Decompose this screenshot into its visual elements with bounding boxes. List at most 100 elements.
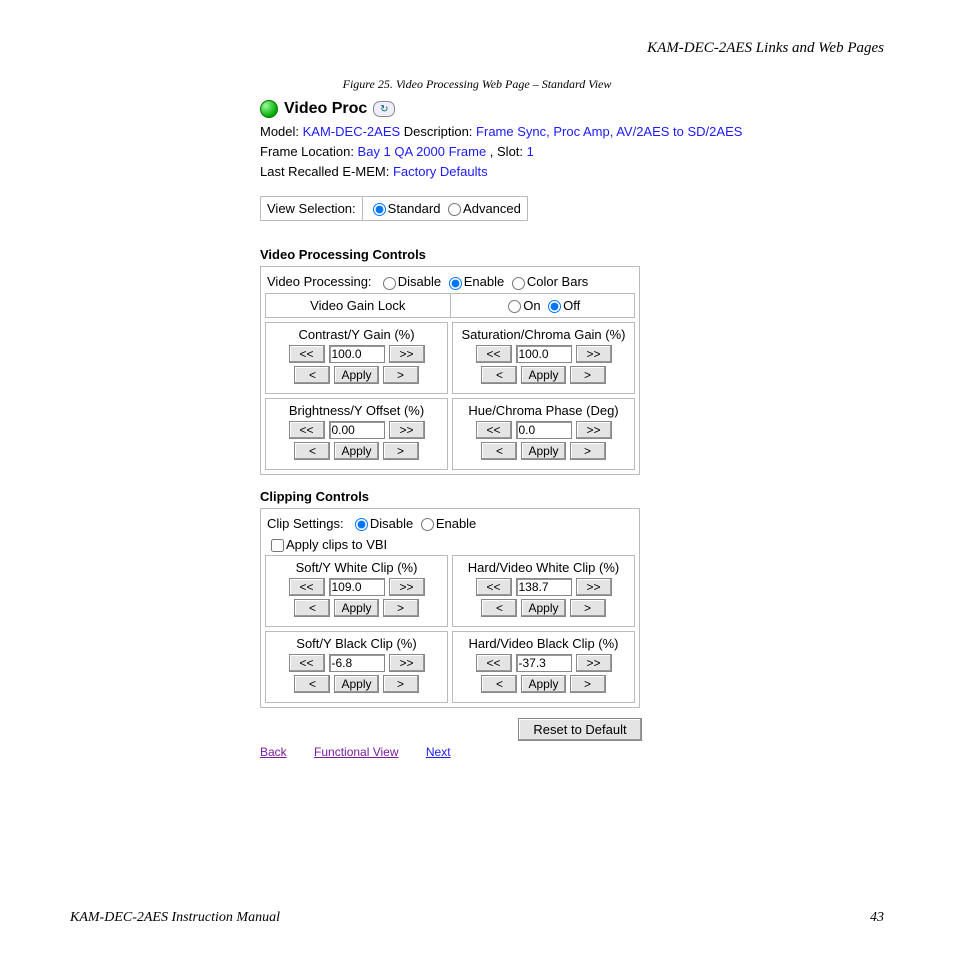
hue-label: Hue/Chroma Phase (Deg): [457, 403, 630, 418]
brightness-input[interactable]: [329, 421, 385, 439]
contrast-inc2-button[interactable]: >>: [389, 345, 425, 363]
next-link[interactable]: Next: [426, 745, 451, 759]
hue-dec1-button[interactable]: <: [481, 442, 517, 460]
softwhite-cell: Soft/Y White Clip (%) << >> < Apply >: [265, 555, 448, 627]
hardwhite-dec2-button[interactable]: <<: [476, 578, 512, 596]
footer-manual: KAM-DEC-2AES Instruction Manual: [70, 910, 280, 926]
vpc-title: Video Processing Controls: [260, 247, 900, 262]
softwhite-inc2-button[interactable]: >>: [389, 578, 425, 596]
softblack-dec1-button[interactable]: <: [294, 675, 330, 693]
view-advanced-radio[interactable]: [448, 203, 461, 216]
vp-colorbars-label: Color Bars: [527, 274, 588, 289]
brightness-apply-button[interactable]: Apply: [334, 442, 378, 460]
softblack-cell: Soft/Y Black Clip (%) << >> < Apply >: [265, 631, 448, 703]
saturation-input[interactable]: [516, 345, 572, 363]
brightness-inc2-button[interactable]: >>: [389, 421, 425, 439]
page-title-row: Video Proc ↻: [260, 100, 900, 118]
hardwhite-input[interactable]: [516, 578, 572, 596]
hue-inc2-button[interactable]: >>: [576, 421, 612, 439]
softwhite-apply-button[interactable]: Apply: [334, 599, 378, 617]
apply-vbi-label: Apply clips to VBI: [286, 537, 387, 552]
brightness-dec2-button[interactable]: <<: [289, 421, 325, 439]
vp-label: Video Processing:: [267, 274, 372, 289]
softblack-inc2-button[interactable]: >>: [389, 654, 425, 672]
softblack-dec2-button[interactable]: <<: [289, 654, 325, 672]
nav-links: Back Functional View Next: [260, 745, 900, 759]
softwhite-dec2-button[interactable]: <<: [289, 578, 325, 596]
hue-apply-button[interactable]: Apply: [521, 442, 565, 460]
saturation-label: Saturation/Chroma Gain (%): [457, 327, 630, 342]
vp-colorbars-radio[interactable]: [512, 277, 525, 290]
emem-label: Last Recalled E-MEM:: [260, 164, 393, 179]
reset-button[interactable]: Reset to Default: [518, 718, 641, 741]
saturation-dec2-button[interactable]: <<: [476, 345, 512, 363]
figure-caption: Figure 25. Video Processing Web Page – S…: [70, 77, 884, 92]
softwhite-input[interactable]: [329, 578, 385, 596]
brightness-inc1-button[interactable]: >: [383, 442, 419, 460]
contrast-input[interactable]: [329, 345, 385, 363]
gainlock-on-label: On: [523, 298, 540, 313]
saturation-apply-button[interactable]: Apply: [521, 366, 565, 384]
softblack-label: Soft/Y Black Clip (%): [270, 636, 443, 651]
hardwhite-apply-button[interactable]: Apply: [521, 599, 565, 617]
softwhite-dec1-button[interactable]: <: [294, 599, 330, 617]
softwhite-inc1-button[interactable]: >: [383, 599, 419, 617]
brightness-label: Brightness/Y Offset (%): [270, 403, 443, 418]
model-label: Model:: [260, 124, 303, 139]
hardblack-inc1-button[interactable]: >: [570, 675, 606, 693]
view-standard-radio[interactable]: [373, 203, 386, 216]
hue-inc1-button[interactable]: >: [570, 442, 606, 460]
hue-cell: Hue/Chroma Phase (Deg) << >> < Apply >: [452, 398, 635, 470]
hardwhite-dec1-button[interactable]: <: [481, 599, 517, 617]
clip-enable-label: Enable: [436, 516, 476, 531]
hardblack-input[interactable]: [516, 654, 572, 672]
gainlock-on-radio[interactable]: [508, 300, 521, 313]
saturation-inc2-button[interactable]: >>: [576, 345, 612, 363]
contrast-inc1-button[interactable]: >: [383, 366, 419, 384]
refresh-icon[interactable]: ↻: [373, 101, 395, 117]
hardwhite-inc2-button[interactable]: >>: [576, 578, 612, 596]
frame-value: Bay 1 QA 2000 Frame: [358, 144, 487, 159]
softblack-apply-button[interactable]: Apply: [334, 675, 378, 693]
hardwhite-label: Hard/Video White Clip (%): [457, 560, 630, 575]
contrast-dec2-button[interactable]: <<: [289, 345, 325, 363]
view-selection: View Selection: Standard Advanced: [260, 196, 528, 221]
view-advanced-label: Advanced: [463, 201, 521, 216]
hardblack-dec1-button[interactable]: <: [481, 675, 517, 693]
clip-enable-radio[interactable]: [421, 518, 434, 531]
clip-disable-label: Disable: [370, 516, 413, 531]
brightness-dec1-button[interactable]: <: [294, 442, 330, 460]
contrast-apply-button[interactable]: Apply: [334, 366, 378, 384]
view-standard-label: Standard: [388, 201, 441, 216]
softblack-input[interactable]: [329, 654, 385, 672]
hardwhite-inc1-button[interactable]: >: [570, 599, 606, 617]
apply-vbi-checkbox[interactable]: [271, 539, 284, 552]
page-title: Video Proc: [284, 100, 367, 118]
hardblack-apply-button[interactable]: Apply: [521, 675, 565, 693]
softblack-inc1-button[interactable]: >: [383, 675, 419, 693]
vp-disable-label: Disable: [398, 274, 441, 289]
status-led-icon: [260, 100, 278, 118]
hardwhite-cell: Hard/Video White Clip (%) << >> < Apply …: [452, 555, 635, 627]
slot-label: , Slot:: [486, 144, 526, 159]
clip-disable-radio[interactable]: [355, 518, 368, 531]
hardblack-dec2-button[interactable]: <<: [476, 654, 512, 672]
clip-panel: Clip Settings: Disable Enable Apply clip…: [260, 508, 640, 708]
contrast-dec1-button[interactable]: <: [294, 366, 330, 384]
back-link[interactable]: Back: [260, 745, 287, 759]
gainlock-label: Video Gain Lock: [266, 294, 451, 317]
functional-view-link[interactable]: Functional View: [314, 745, 399, 759]
hue-dec2-button[interactable]: <<: [476, 421, 512, 439]
vp-enable-radio[interactable]: [449, 277, 462, 290]
contrast-cell: Contrast/Y Gain (%) << >> < Apply >: [265, 322, 448, 394]
model-value: KAM-DEC-2AES: [303, 124, 401, 139]
brightness-cell: Brightness/Y Offset (%) << >> < Apply >: [265, 398, 448, 470]
saturation-inc1-button[interactable]: >: [570, 366, 606, 384]
hardblack-inc2-button[interactable]: >>: [576, 654, 612, 672]
saturation-dec1-button[interactable]: <: [481, 366, 517, 384]
gainlock-off-radio[interactable]: [548, 300, 561, 313]
clip-settings-label: Clip Settings:: [267, 516, 344, 531]
hue-input[interactable]: [516, 421, 572, 439]
desc-value: Frame Sync, Proc Amp, AV/2AES to SD/2AES: [476, 124, 742, 139]
vp-disable-radio[interactable]: [383, 277, 396, 290]
